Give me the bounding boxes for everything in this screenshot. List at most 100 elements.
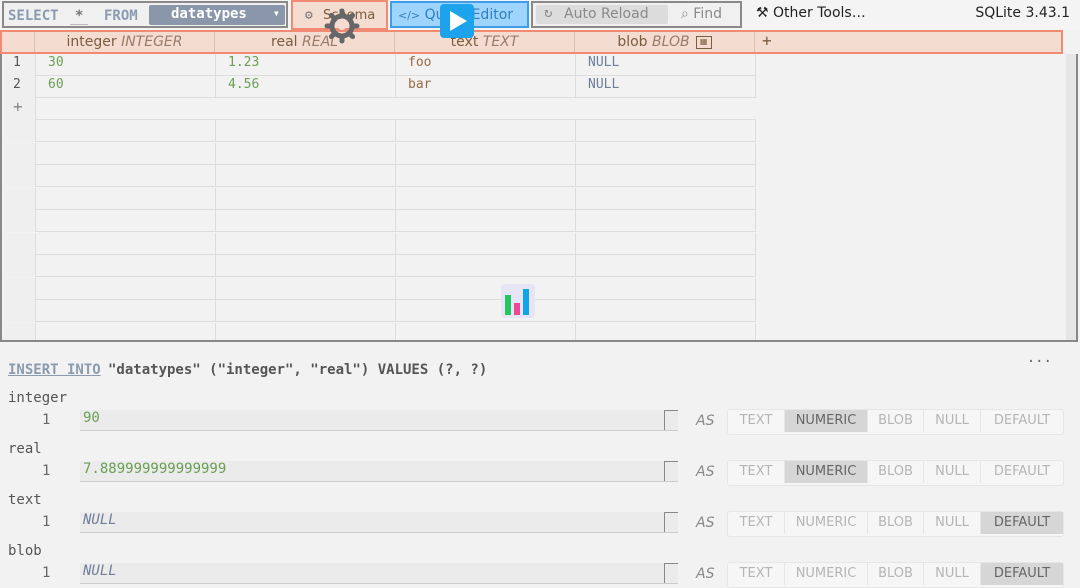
empty-cell [36, 187, 216, 210]
type-option-text[interactable]: TEXT [728, 563, 785, 585]
row-number [4, 210, 36, 232]
resize-handle[interactable] [664, 461, 678, 481]
empty-row [4, 277, 756, 300]
cell-blob[interactable]: NULL [576, 54, 756, 76]
empty-cell [576, 165, 756, 187]
resize-handle[interactable] [664, 410, 678, 430]
type-option-numeric[interactable]: NUMERIC [785, 512, 868, 534]
more-options-button[interactable]: ··· [1027, 354, 1052, 370]
add-row-button[interactable]: + [13, 97, 23, 116]
table-row[interactable]: 2 60 4.56 bar NULL [4, 76, 756, 98]
find-label: Find [693, 6, 722, 22]
cell-text[interactable]: foo [396, 54, 576, 76]
value-editor[interactable]: NULL [80, 512, 678, 533]
empty-cell [216, 165, 396, 187]
type-option-default[interactable]: DEFAULT [981, 512, 1063, 534]
type-option-null[interactable]: NULL [924, 563, 981, 585]
type-option-numeric[interactable]: NUMERIC [785, 410, 868, 432]
as-label: AS [696, 566, 715, 582]
chevron-down-icon: ▾ [272, 6, 280, 20]
empty-cell [36, 232, 216, 255]
row-number [4, 322, 36, 340]
row-number: 2 [4, 76, 36, 98]
row-number [4, 232, 36, 255]
field-label: text [8, 492, 42, 508]
type-option-null[interactable]: NULL [924, 410, 981, 432]
empty-cell [396, 255, 576, 277]
column-header-integer[interactable]: integer INTEGER [35, 32, 215, 52]
type-option-null[interactable]: NULL [924, 512, 981, 534]
toolbar: SELECT * FROM datatypes ▾ ⚙ Schema </> Q… [0, 0, 1080, 44]
add-row-line: + [4, 97, 756, 120]
cell-real[interactable]: 1.23 [216, 54, 396, 76]
type-option-blob[interactable]: BLOB [868, 410, 924, 432]
empty-cell [576, 322, 756, 340]
empty-cell [576, 187, 756, 210]
blob-icon[interactable]: ▦ [695, 35, 712, 49]
auto-reload-button[interactable]: ↻ Auto Reload [536, 5, 668, 24]
column-selector[interactable]: * [70, 8, 89, 25]
empty-cell [396, 232, 576, 255]
table-select-value: datatypes [171, 6, 247, 22]
type-option-default[interactable]: DEFAULT [981, 563, 1063, 585]
column-header-real[interactable]: real REAL [215, 32, 395, 52]
empty-cell [216, 277, 396, 300]
other-tools-label: Other Tools… [773, 5, 866, 21]
sql-select-bar: SELECT * FROM datatypes ▾ [2, 1, 288, 28]
type-option-blob[interactable]: BLOB [868, 461, 924, 483]
empty-cell [36, 322, 216, 340]
insert-panel: INSERT INTO "datatypes" ("integer", "rea… [0, 342, 1080, 588]
type-option-numeric[interactable]: NUMERIC [785, 461, 868, 483]
gear-icon [324, 8, 360, 44]
row-number [4, 277, 36, 300]
row-number [4, 165, 36, 187]
empty-cell [576, 277, 756, 300]
empty-row [4, 300, 756, 322]
type-option-default[interactable]: DEFAULT [981, 410, 1063, 432]
as-label: AS [696, 464, 715, 480]
value-editor[interactable]: 7.889999999999999 [80, 461, 678, 482]
value-editor[interactable]: 90 [80, 410, 678, 431]
type-option-blob[interactable]: BLOB [868, 512, 924, 534]
editor-value: 90 [83, 410, 100, 426]
resize-handle[interactable] [664, 512, 678, 532]
line-number: 1 [42, 514, 51, 530]
type-option-null[interactable]: NULL [924, 461, 981, 483]
as-label: AS [696, 515, 715, 531]
insert-into-keyword[interactable]: INSERT INTO [8, 362, 101, 378]
row-number [4, 300, 36, 322]
value-editor[interactable]: NULL [80, 563, 678, 584]
cell-text[interactable]: bar [396, 76, 576, 98]
column-header-text[interactable]: text TEXT [395, 32, 575, 52]
cell-integer[interactable]: 30 [36, 54, 216, 76]
table-select[interactable]: datatypes ▾ [149, 5, 285, 25]
empty-cell [36, 300, 216, 322]
column-header-blob[interactable]: blob BLOB ▦ [575, 32, 755, 52]
find-button[interactable]: ⌕ Find [681, 6, 722, 22]
empty-cell [36, 165, 216, 187]
grid-vertical-scrollbar[interactable] [1066, 54, 1076, 340]
type-option-numeric[interactable]: NUMERIC [785, 563, 868, 585]
type-option-text[interactable]: TEXT [728, 512, 785, 534]
chart-icon[interactable] [500, 283, 536, 319]
play-icon [450, 11, 467, 31]
run-button[interactable] [440, 4, 474, 38]
type-selector: TEXT NUMERIC BLOB NULL DEFAULT [727, 409, 1064, 435]
column-type: BLOB [652, 34, 690, 50]
add-column-button[interactable]: + [762, 31, 772, 50]
cell-blob[interactable]: NULL [576, 76, 756, 98]
empty-row [4, 232, 756, 255]
table-row[interactable]: 1 30 1.23 foo NULL [4, 54, 756, 76]
field-label: integer [8, 390, 68, 406]
cell-integer[interactable]: 60 [36, 76, 216, 98]
line-number: 1 [42, 565, 51, 581]
tools-icon: ⚒ [756, 5, 769, 21]
type-option-default[interactable]: DEFAULT [981, 461, 1063, 483]
type-option-blob[interactable]: BLOB [868, 563, 924, 585]
other-tools-button[interactable]: ⚒ Other Tools… [756, 5, 866, 21]
resize-handle[interactable] [664, 563, 678, 583]
type-option-text[interactable]: TEXT [728, 461, 785, 483]
cell-real[interactable]: 4.56 [216, 76, 396, 98]
type-option-text[interactable]: TEXT [728, 410, 785, 432]
row-number-header [2, 32, 35, 52]
